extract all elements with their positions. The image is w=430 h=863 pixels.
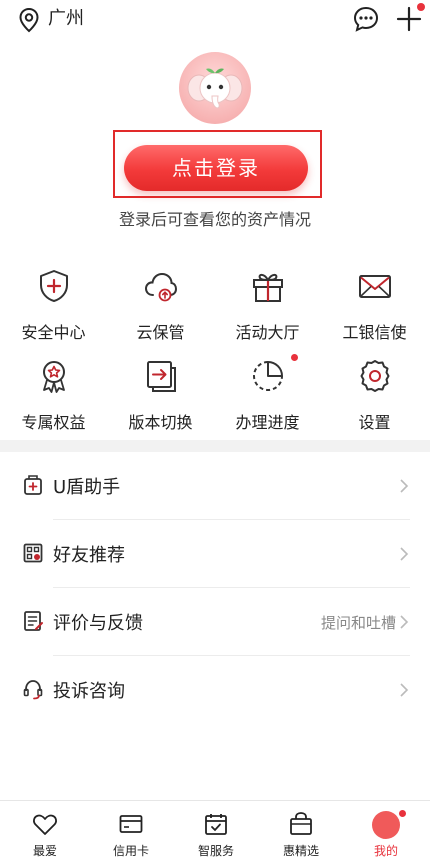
credit-card-icon <box>119 815 143 833</box>
tab-me[interactable]: 我的 <box>343 801 429 863</box>
service-version-switch[interactable]: 版本切换 <box>107 352 214 432</box>
feedback-doc-icon <box>24 611 43 631</box>
section-divider <box>0 440 430 452</box>
service-activity-hall[interactable]: 活动大厅 <box>214 262 321 342</box>
menu-item-ukey-assistant[interactable]: U盾助手 <box>0 452 430 520</box>
city-label[interactable]: 广州 <box>48 8 84 30</box>
service-label: 专属权益 <box>21 413 86 432</box>
heart-icon <box>33 814 57 835</box>
chat-bubble-icon[interactable] <box>352 5 380 33</box>
service-settings[interactable]: 设置 <box>321 352 428 432</box>
calendar-check-icon <box>205 814 227 835</box>
usb-key-icon <box>24 475 42 495</box>
tab-smart-service[interactable]: 智服务 <box>173 801 259 863</box>
service-label: 版本切换 <box>128 413 193 432</box>
service-cloud-storage[interactable]: 云保管 <box>107 262 214 342</box>
menu-item-label: 好友推荐 <box>53 545 125 566</box>
shield-plus-icon <box>40 270 68 302</box>
menu-item-friend-recommend[interactable]: 好友推荐 <box>0 520 430 588</box>
login-button[interactable]: 点击登录 <box>124 145 308 191</box>
location-pin-icon[interactable] <box>18 7 40 33</box>
menu-item-complaint[interactable]: 投诉咨询 <box>0 656 430 724</box>
award-ribbon-icon <box>43 361 65 393</box>
shopping-bag-icon <box>290 812 312 835</box>
tab-label: 我的 <box>373 844 398 858</box>
chevron-right-icon <box>400 479 409 493</box>
elephant-avatar-icon <box>187 68 243 109</box>
service-progress[interactable]: 办理进度 <box>214 352 321 432</box>
tab-label: 最爱 <box>32 844 57 858</box>
tab-favorites[interactable]: 最爱 <box>2 801 88 863</box>
tab-label: 信用卡 <box>112 844 149 858</box>
gear-icon <box>360 360 390 392</box>
service-label: 安全中心 <box>21 323 86 342</box>
cloud-upload-icon <box>144 272 178 302</box>
profile-icon <box>372 811 400 839</box>
avatar[interactable] <box>179 52 251 124</box>
service-label: 云保管 <box>136 323 185 342</box>
service-label: 办理进度 <box>235 413 300 432</box>
bottom-tab-bar: 最爱 信用卡 智服务 惠精选 我的 <box>0 800 430 863</box>
menu-item-label: U盾助手 <box>53 477 121 498</box>
qr-share-icon <box>23 543 43 563</box>
tab-badge-dot <box>399 810 406 817</box>
service-label: 工银信使 <box>342 323 407 342</box>
envelope-icon <box>359 275 391 298</box>
top-bar: 广州 <box>0 0 430 40</box>
menu-item-label: 投诉咨询 <box>53 681 125 702</box>
progress-pie-icon <box>253 361 283 391</box>
service-security-center[interactable]: 安全中心 <box>0 262 107 342</box>
service-label: 活动大厅 <box>235 323 300 342</box>
menu-item-feedback[interactable]: 评价与反馈 提问和吐槽 <box>0 588 430 656</box>
login-hint: 登录后可查看您的资产情况 <box>118 210 311 229</box>
service-icbc-messenger[interactable]: 工银信使 <box>321 262 428 342</box>
service-exclusive-benefits[interactable]: 专属权益 <box>0 352 107 432</box>
menu-item-label: 评价与反馈 <box>53 613 143 634</box>
gift-box-icon <box>253 273 283 302</box>
tab-deals[interactable]: 惠精选 <box>258 801 344 863</box>
tab-label: 智服务 <box>197 844 234 858</box>
chevron-right-icon <box>400 615 409 629</box>
switch-version-icon <box>147 361 176 392</box>
notification-dot <box>417 3 425 11</box>
chevron-right-icon <box>400 683 409 697</box>
headset-icon <box>23 680 43 700</box>
feedback-hint: 提问和吐槽 <box>320 614 396 632</box>
chevron-right-icon <box>400 547 409 561</box>
tab-credit-card[interactable]: 信用卡 <box>88 801 174 863</box>
service-label: 设置 <box>358 413 391 432</box>
progress-badge-dot <box>291 354 298 361</box>
tab-label: 惠精选 <box>282 844 319 858</box>
